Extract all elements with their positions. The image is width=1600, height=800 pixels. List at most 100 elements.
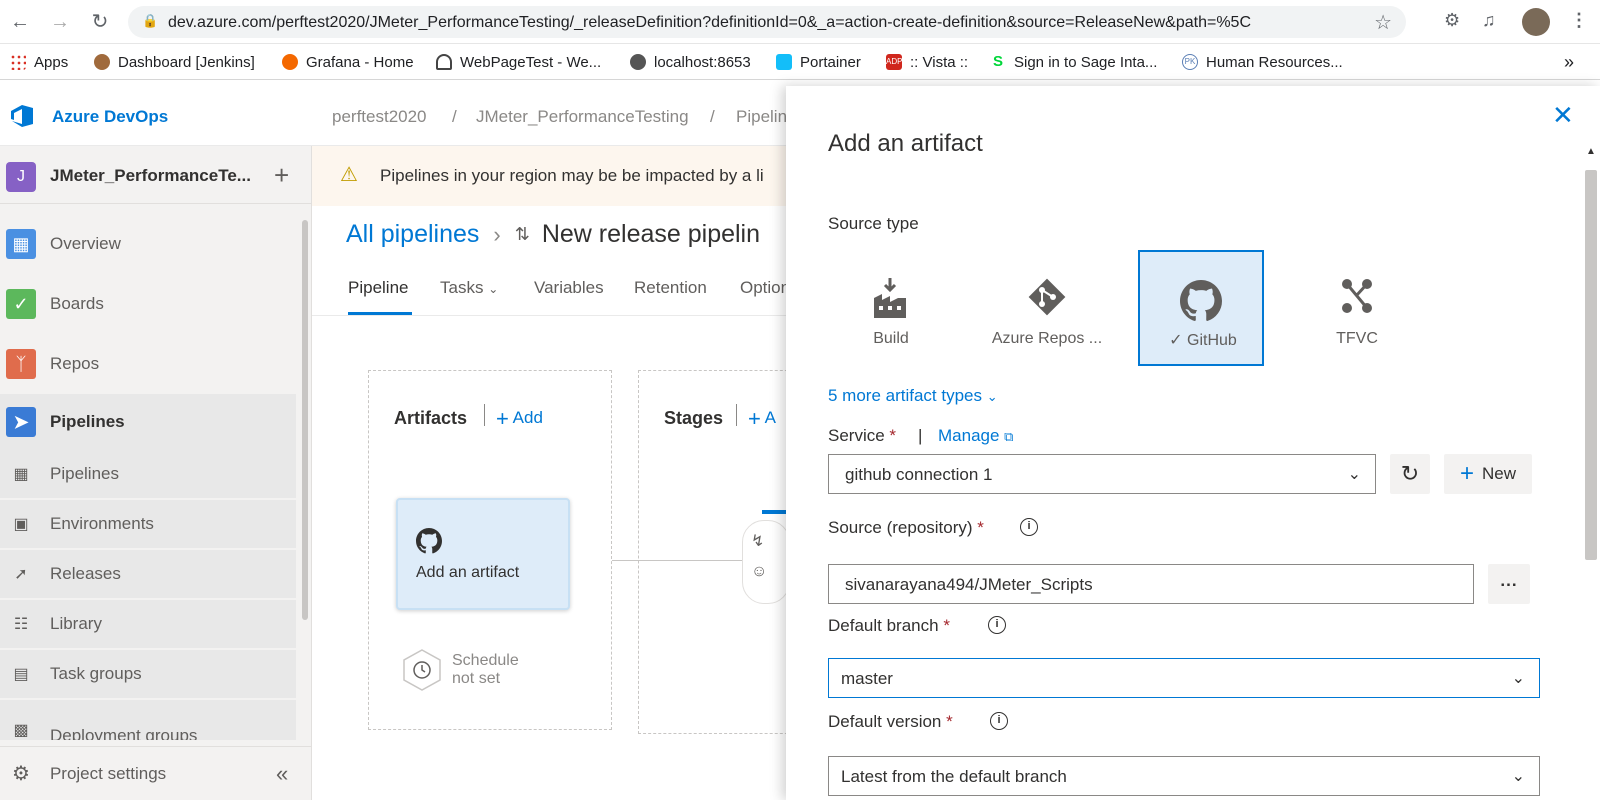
panel-scrollbar[interactable]: ▲ [1582,140,1600,800]
project-settings[interactable]: ⚙ Project settings « [0,746,312,800]
source-repo-input[interactable]: sivanarayana494/JMeter_Scripts [828,564,1474,604]
sidebar-item-overview[interactable]: ▦ Overview [0,220,296,268]
add-stage-link[interactable]: + A [748,406,776,432]
service-dropdown[interactable]: github connection 1 ⌄ [828,454,1376,494]
url-text[interactable]: dev.azure.com/perftest2020/JMeter_Perfor… [168,14,1251,32]
default-branch-dropdown[interactable]: master ⌄ [828,658,1540,698]
collapse-sidebar-icon[interactable]: « [276,761,288,787]
divider [484,404,485,426]
reload-icon[interactable]: ↻ [88,10,112,34]
service-label: Service * [828,426,896,446]
required-marker: * [889,426,897,445]
new-connection-button[interactable]: + New [1444,454,1532,494]
project-avatar: J [6,162,36,192]
bookmark-label: Dashboard [Jenkins] [118,53,255,71]
divider [736,404,737,426]
add-artifact-label: Add [512,408,543,427]
bookmark-grafana[interactable]: Grafana - Home [282,53,414,71]
panel-title: Add an artifact [828,130,983,157]
globe-icon [630,54,646,70]
trigger-lightning-icon: ↯ [751,533,765,550]
tab-pipeline[interactable]: Pipeline [348,278,409,298]
chevron-down-icon: ⌄ [1347,466,1361,483]
sidebar-subitem-library[interactable]: ☷ Library [0,600,296,648]
sidebar-scrollbar[interactable] [302,220,308,620]
sidebar-item-label: Overview [50,234,121,253]
tab-variables[interactable]: Variables [534,278,604,298]
sidebar-subitem-label: Task groups [50,664,142,683]
sidebar-subitem-task-groups[interactable]: ▤ Task groups [0,650,296,698]
scrollbar-thumb[interactable] [1585,170,1597,560]
browse-repos-button[interactable]: ... [1488,564,1530,604]
bookmark-jenkins[interactable]: Dashboard [Jenkins] [94,53,255,71]
sidebar-subitem-releases[interactable]: ➚ Releases [0,550,296,598]
default-version-label-text: Default version [828,712,942,731]
sidebar-subitem-label: Environments [50,514,154,533]
source-type-label: Source type [828,214,919,233]
bookmark-portainer[interactable]: Portainer [776,53,861,71]
bookmark-star-icon[interactable]: ☆ [1374,10,1392,35]
profile-avatar[interactable] [1522,8,1550,36]
plus-icon: + [748,406,761,431]
forward-icon[interactable]: → [48,10,72,34]
refresh-button[interactable]: ↻ [1390,454,1430,494]
bookmark-webpagetest[interactable]: WebPageTest - We... [436,53,601,71]
breadcrumb-pipelines[interactable]: Pipelin [736,107,787,127]
bookmark-sage[interactable]: S Sign in to Sage Inta... [990,53,1157,71]
breadcrumb-org[interactable]: perftest2020 [332,107,427,127]
sidebar-subitem-environments[interactable]: ▣ Environments [0,500,296,548]
more-artifact-types-link[interactable]: 5 more artifact types ⌄ [828,386,998,406]
tab-retention[interactable]: Retention [634,278,707,298]
all-pipelines-link[interactable]: All pipelines [346,220,479,249]
project-name[interactable]: JMeter_PerformanceTe... [50,166,251,186]
sidebar-item-pipelines[interactable]: ➤ Pipelines [0,394,296,450]
required-marker: * [946,712,953,731]
info-icon[interactable]: i [990,712,1008,730]
stage-trigger-pill[interactable]: ↯ ☺ [742,520,790,604]
default-version-dropdown[interactable]: Latest from the default branch ⌄ [828,756,1540,796]
azure-repos-git-icon [1028,278,1066,316]
azure-devops-logo-icon[interactable] [8,102,36,130]
release-pipeline-icon: ⇅ [514,224,530,244]
bookmark-localhost[interactable]: localhost:8653 [630,53,751,71]
environments-icon: ▣ [13,516,29,533]
menu-kebab-icon[interactable]: ⋮ [1570,10,1588,31]
bookmark-vista[interactable]: ADP :: Vista :: [886,53,968,71]
project-header[interactable]: J JMeter_PerformanceTe... + [0,146,312,204]
add-artifact-link[interactable]: + Add [496,406,543,432]
plus-icon: + [496,406,509,431]
default-branch-value: master [841,669,893,688]
sidebar-item-boards[interactable]: ✓ Boards [0,280,296,328]
service-label-text: Service [828,426,885,445]
source-type-tfvc[interactable]: TFVC [1294,250,1420,366]
info-icon[interactable]: i [1020,518,1038,536]
bookmarks-overflow-icon[interactable]: » [1564,52,1574,72]
extensions-icon[interactable]: ⚙ [1444,10,1460,31]
sidebar-item-label: Pipelines [50,412,125,431]
source-type-build[interactable]: Build [828,250,954,366]
add-artifact-card[interactable]: Add an artifact [396,498,570,610]
manage-link[interactable]: Manage ⧉ [938,426,1013,446]
sidebar-item-repos[interactable]: ᛉ Repos [0,340,296,388]
address-bar[interactable]: 🔒 dev.azure.com/perftest2020/JMeter_Perf… [128,6,1406,38]
warning-icon: ⚠ [340,164,358,186]
brand-title[interactable]: Azure DevOps [52,107,168,127]
breadcrumb-project[interactable]: JMeter_PerformanceTesting [476,107,689,127]
scroll-up-icon[interactable]: ▲ [1586,146,1596,157]
tab-options[interactable]: Option [740,278,790,298]
source-type-github[interactable]: ✓ GitHub [1138,250,1264,366]
sidebar-subitem-pipelines[interactable]: ▦ Pipelines [0,450,296,498]
bookmark-apps[interactable]: Apps [10,53,68,71]
sidebar-subitem-deployment-groups[interactable]: ▩ Deployment groups [0,700,296,740]
source-type-azure-repos[interactable]: Azure Repos ... [984,250,1110,366]
back-icon[interactable]: ← [8,10,32,34]
new-project-plus-icon[interactable]: + [274,160,289,191]
close-icon[interactable]: ✕ [1552,100,1574,131]
page-title[interactable]: New release pipelin [542,220,760,249]
info-icon[interactable]: i [988,616,1006,634]
pipelines-sub-icon: ▦ [13,466,29,483]
tab-tasks[interactable]: Tasks ⌄ [440,278,498,298]
bookmark-hr[interactable]: PK Human Resources... [1182,53,1343,71]
media-queue-icon[interactable]: ♫ [1482,10,1496,31]
default-version-value: Latest from the default branch [841,767,1067,786]
